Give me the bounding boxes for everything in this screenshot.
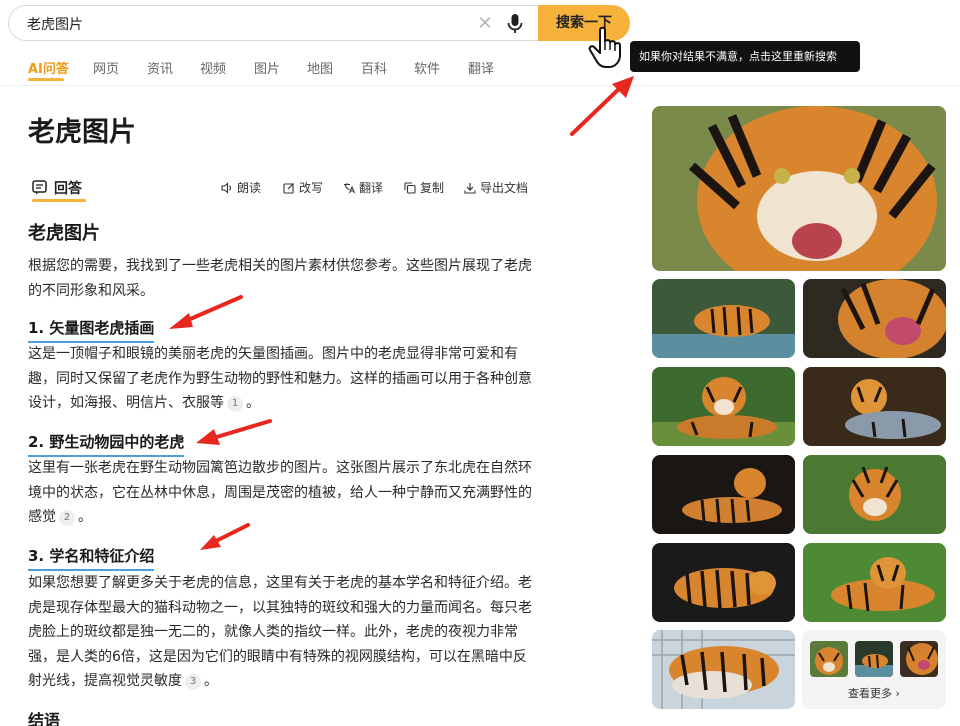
search-bar: ✕ 搜索一下 — [8, 5, 630, 41]
tab-video[interactable]: 视频 — [200, 58, 226, 77]
search-input[interactable] — [27, 14, 447, 34]
tab-baike[interactable]: 百科 — [361, 58, 387, 77]
export-doc-button[interactable]: 导出文档 — [464, 180, 532, 196]
translate-button[interactable]: 翻译 — [343, 180, 387, 196]
tiger-image[interactable] — [652, 279, 795, 358]
section-body-2: 这里有一张老虎在野生动物园篱笆边散步的图片。这张图片展示了东北虎在自然环境中的状… — [28, 460, 532, 525]
tiger-image[interactable] — [652, 455, 795, 534]
tiger-image[interactable] — [803, 455, 946, 534]
tiger-image-large[interactable] — [652, 106, 946, 271]
copy-label: 复制 — [420, 181, 445, 195]
section-text-3: 如果您想要了解更多关于老虎的信息，这里有关于老虎的基本学名和特征介绍。老虎是现存… — [28, 575, 532, 690]
translate-label: 翻译 — [359, 181, 384, 195]
answer-tab[interactable]: 回答 — [32, 178, 92, 198]
active-tab-indicator — [28, 78, 64, 81]
section-body-3: 如果您想要了解更多关于老虎的信息，这里有关于老虎的基本学名和特征介绍。老虎是现存… — [28, 575, 532, 689]
tab-ai-qa[interactable]: AI问答 — [28, 58, 69, 77]
edit-icon — [283, 183, 294, 194]
answer-heading: 老虎图片 — [28, 223, 100, 244]
search-tabs: AI问答 网页 资讯 视频 图片 地图 百科 软件 翻译 — [28, 58, 528, 82]
page-title: 老虎图片 — [28, 117, 136, 148]
tab-images[interactable]: 图片 — [254, 58, 280, 77]
clear-icon[interactable]: ✕ — [475, 14, 495, 34]
speaker-icon — [221, 182, 232, 194]
answer-tab-indicator — [32, 199, 86, 202]
red-arrow — [169, 295, 243, 329]
tiger-image[interactable] — [803, 543, 946, 622]
tab-map[interactable]: 地图 — [307, 58, 333, 77]
search-box: ✕ — [8, 5, 568, 41]
intro-paragraph: 根据您的需要，我找到了一些老虎相关的图片素材供您参考。这些图片展现了老虎的不同形… — [28, 258, 532, 299]
copy-button[interactable]: 复制 — [404, 180, 448, 196]
tiger-thumbnail[interactable] — [900, 641, 938, 677]
section-body-1: 这是一顶帽子和眼镜的美丽老虎的矢量图插画。图片中的老虎显得非常可爱和有趣，同时又… — [28, 346, 532, 411]
tabs-divider — [0, 85, 960, 86]
tiger-thumbnail[interactable] — [810, 641, 848, 677]
read-aloud-button[interactable]: 朗读 — [221, 180, 265, 196]
tab-news[interactable]: 资讯 — [147, 58, 173, 77]
export-icon — [464, 183, 476, 194]
more-images-card[interactable]: 查看更多 › — [802, 630, 946, 709]
tab-translate[interactable]: 翻译 — [468, 58, 494, 77]
tiger-thumbnail[interactable] — [855, 641, 893, 677]
tiger-image[interactable] — [652, 543, 795, 622]
tiger-image[interactable] — [652, 367, 795, 446]
citation-badge[interactable]: 2 — [59, 510, 75, 526]
conclusion-heading: 结语 — [28, 711, 61, 726]
read-aloud-label: 朗读 — [237, 181, 262, 195]
tiger-image[interactable] — [652, 630, 795, 709]
red-arrow — [200, 523, 250, 550]
rewrite-button[interactable]: 改写 — [283, 180, 327, 196]
mic-icon[interactable] — [505, 13, 525, 35]
export-doc-label: 导出文档 — [480, 181, 529, 195]
section-title-3: 3. 学名和特征介绍 — [28, 545, 155, 571]
translate-icon — [344, 183, 355, 194]
tiger-image[interactable] — [803, 367, 946, 446]
tab-web[interactable]: 网页 — [93, 58, 119, 77]
red-arrow — [196, 419, 272, 445]
copy-icon — [404, 182, 416, 194]
section-text-2: 这里有一张老虎在野生动物园篱笆边散步的图片。这张图片展示了东北虎在自然环境中的状… — [28, 460, 532, 526]
retry-tooltip: 如果你对结果不满意，点击这里重新搜索 — [630, 41, 860, 72]
citation-badge[interactable]: 3 — [185, 674, 201, 690]
rewrite-label: 改写 — [299, 181, 324, 195]
section-title-2: 2. 野生动物园中的老虎 — [28, 431, 185, 457]
section-title-1: 1. 矢量图老虎插画 — [28, 317, 155, 343]
pointing-hand-icon — [588, 26, 621, 68]
tiger-image[interactable] — [803, 279, 946, 358]
view-more-link[interactable]: 查看更多 › — [802, 685, 946, 701]
tab-software[interactable]: 软件 — [414, 58, 440, 77]
section-text-1: 这是一顶帽子和眼镜的美丽老虎的矢量图插画。图片中的老虎显得非常可爱和有趣，同时又… — [28, 346, 532, 412]
answer-icon — [32, 180, 47, 195]
red-arrow — [570, 76, 634, 136]
answer-tab-label: 回答 — [54, 181, 82, 197]
citation-badge[interactable]: 1 — [227, 396, 243, 412]
